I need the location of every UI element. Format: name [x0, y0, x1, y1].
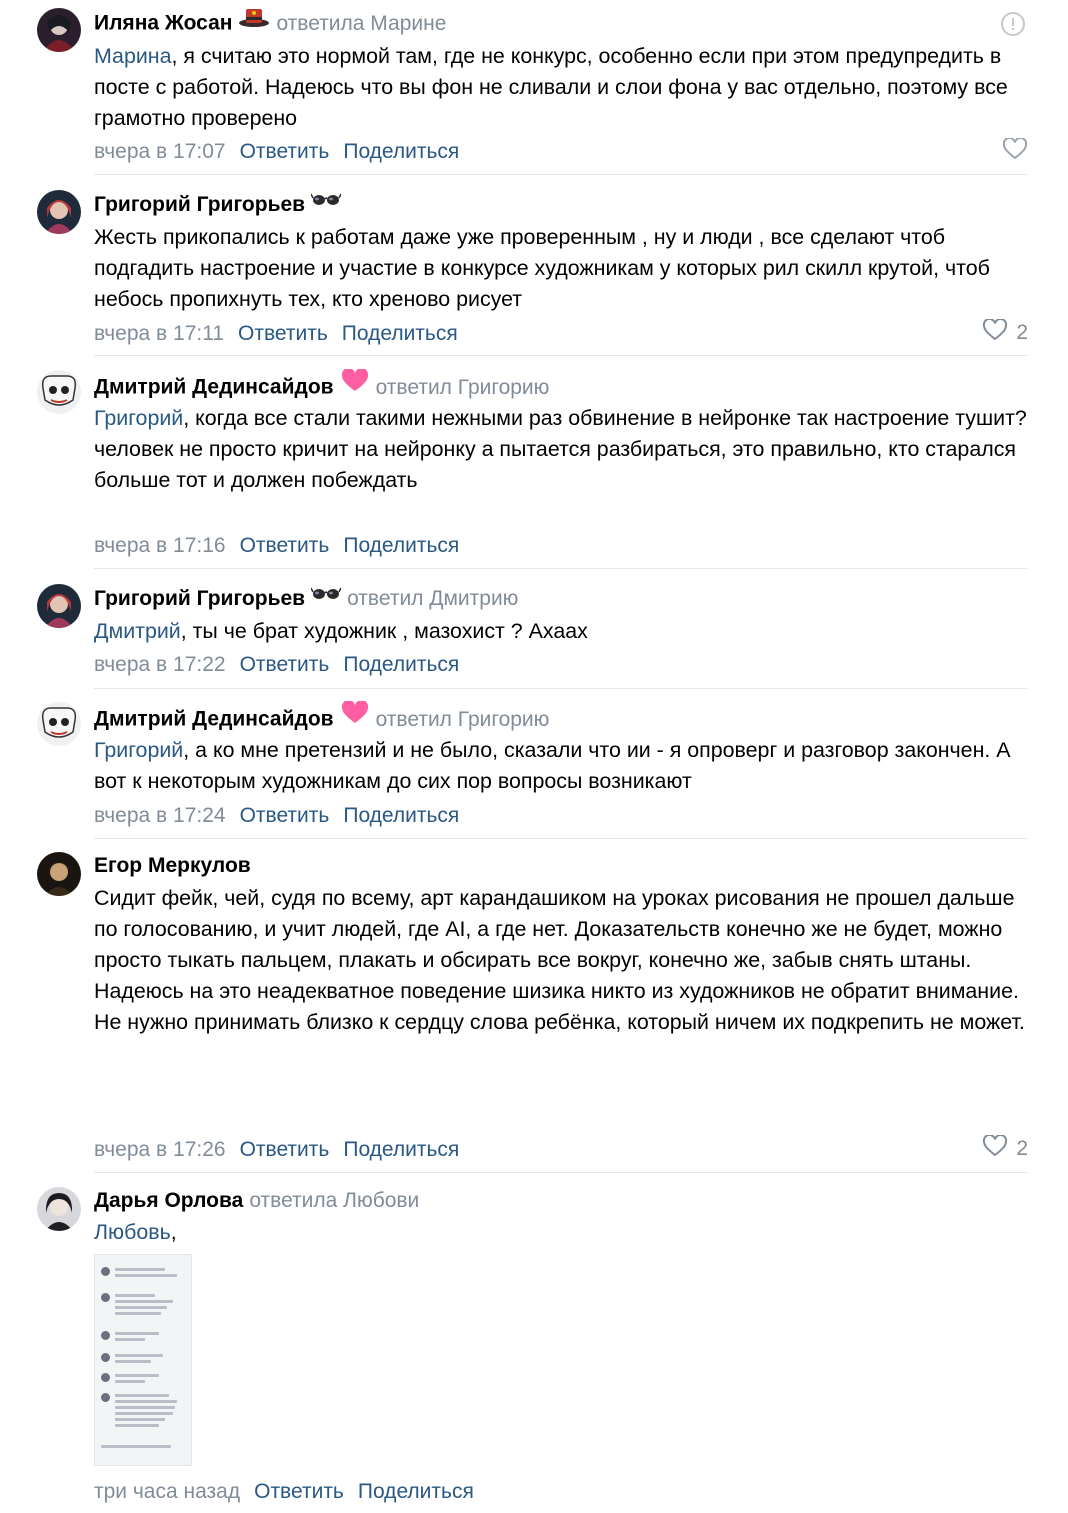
comment-body: Жесть прикопались к работам даже уже про… — [94, 225, 990, 311]
avatar[interactable] — [37, 584, 81, 628]
heart-badge-icon — [340, 699, 370, 733]
heart-icon — [1002, 136, 1028, 166]
timestamp[interactable]: вчера в 17:24 — [94, 804, 226, 827]
like-button[interactable]: 2 — [982, 317, 1028, 347]
reply-to-label[interactable]: ответил Дмитрию — [347, 587, 518, 610]
comment-text: Дмитрий, ты че брат художник , мазохист … — [94, 616, 1029, 647]
timestamp[interactable]: вчера в 17:26 — [94, 1138, 226, 1161]
share-button[interactable]: Поделиться — [343, 534, 459, 557]
avatar[interactable] — [37, 702, 81, 746]
share-button[interactable]: Поделиться — [343, 1138, 459, 1161]
comment-text: Сидит фейк, чей, судя по всему, арт кара… — [94, 883, 1029, 1038]
reply-button[interactable]: Ответить — [240, 534, 330, 557]
reply-button[interactable]: Ответить — [254, 1480, 344, 1503]
comment-body: , я считаю это нормой там, где не конкур… — [94, 44, 1008, 130]
timestamp[interactable]: вчера в 17:22 — [94, 653, 226, 676]
separator — [94, 355, 1028, 356]
author-name[interactable]: Григорий Григорьев — [94, 587, 305, 610]
avatar[interactable] — [37, 190, 81, 234]
comment-body: , а ко мне претензий и не было, сказали … — [94, 738, 1011, 793]
reply-to-label[interactable]: ответил Григорию — [376, 708, 550, 731]
hat-badge-icon — [238, 6, 270, 36]
comment-body: , — [170, 1220, 177, 1244]
share-button[interactable]: Поделиться — [343, 804, 459, 827]
heart-icon — [982, 1133, 1008, 1163]
separator — [94, 1172, 1028, 1173]
separator — [94, 688, 1028, 689]
comment-text: Жесть прикопались к работам даже уже про… — [94, 222, 1029, 315]
reply-button[interactable]: Ответить — [240, 140, 330, 163]
author-name[interactable]: Егор Меркулов — [94, 854, 251, 877]
separator — [94, 174, 1028, 175]
report-icon[interactable] — [1000, 11, 1026, 37]
glasses-badge-icon — [310, 582, 342, 610]
share-button[interactable]: Поделиться — [358, 1480, 474, 1503]
comment-body: Сидит фейк, чей, судя по всему, арт кара… — [94, 886, 1025, 1034]
author-name[interactable]: Дмитрий Дединсайдов — [94, 376, 334, 399]
mention-link[interactable]: Марина — [94, 44, 172, 68]
separator — [94, 838, 1028, 839]
timestamp[interactable]: вчера в 17:07 — [94, 140, 226, 163]
like-count: 2 — [1016, 321, 1028, 344]
mention-link[interactable]: Дмитрий — [94, 619, 181, 643]
author-name[interactable]: Иляна Жосан — [94, 12, 232, 35]
reply-to-label[interactable]: ответил Григорию — [376, 376, 550, 399]
avatar[interactable] — [37, 8, 81, 52]
comment-text: Марина, я считаю это нормой там, где не … — [94, 41, 1029, 134]
like-count: 2 — [1016, 1137, 1028, 1160]
mention-link[interactable]: Григорий — [94, 738, 183, 762]
glasses-badge-icon — [310, 188, 342, 216]
comment-text: Любовь, — [94, 1217, 1029, 1248]
screenshot-attachment[interactable] — [94, 1254, 192, 1466]
comment-body: , ты че брат художник , мазохист ? Ахаах — [180, 619, 588, 643]
reply-to-label[interactable]: ответила Марине — [276, 12, 446, 35]
avatar[interactable] — [37, 1187, 81, 1231]
timestamp[interactable]: вчера в 17:16 — [94, 534, 226, 557]
reply-button[interactable]: Ответить — [238, 322, 328, 345]
avatar[interactable] — [37, 370, 81, 414]
avatar[interactable] — [37, 852, 81, 896]
comment-text: Григорий, а ко мне претензий и не было, … — [94, 735, 1029, 797]
share-button[interactable]: Поделиться — [343, 653, 459, 676]
heart-icon — [982, 317, 1008, 347]
like-button[interactable]: 2 — [982, 1133, 1028, 1163]
comment-text: Григорий, когда все стали такими нежными… — [94, 403, 1029, 496]
author-name[interactable]: Григорий Григорьев — [94, 193, 305, 216]
mention-link[interactable]: Григорий — [94, 406, 183, 430]
author-name[interactable]: Дарья Орлова — [94, 1189, 243, 1212]
share-button[interactable]: Поделиться — [343, 140, 459, 163]
timestamp[interactable]: вчера в 17:11 — [94, 322, 224, 345]
reply-button[interactable]: Ответить — [240, 653, 330, 676]
share-button[interactable]: Поделиться — [342, 322, 458, 345]
reply-to-label[interactable]: ответила Любови — [249, 1189, 419, 1212]
heart-badge-icon — [340, 367, 370, 401]
author-name[interactable]: Дмитрий Дединсайдов — [94, 708, 334, 731]
timestamp[interactable]: три часа назад — [94, 1480, 240, 1503]
comment-body: , когда все стали такими нежными раз обв… — [94, 406, 1027, 492]
separator — [94, 568, 1028, 569]
reply-button[interactable]: Ответить — [240, 804, 330, 827]
reply-button[interactable]: Ответить — [240, 1138, 330, 1161]
like-button[interactable] — [1002, 136, 1028, 166]
mention-link[interactable]: Любовь — [94, 1220, 171, 1244]
